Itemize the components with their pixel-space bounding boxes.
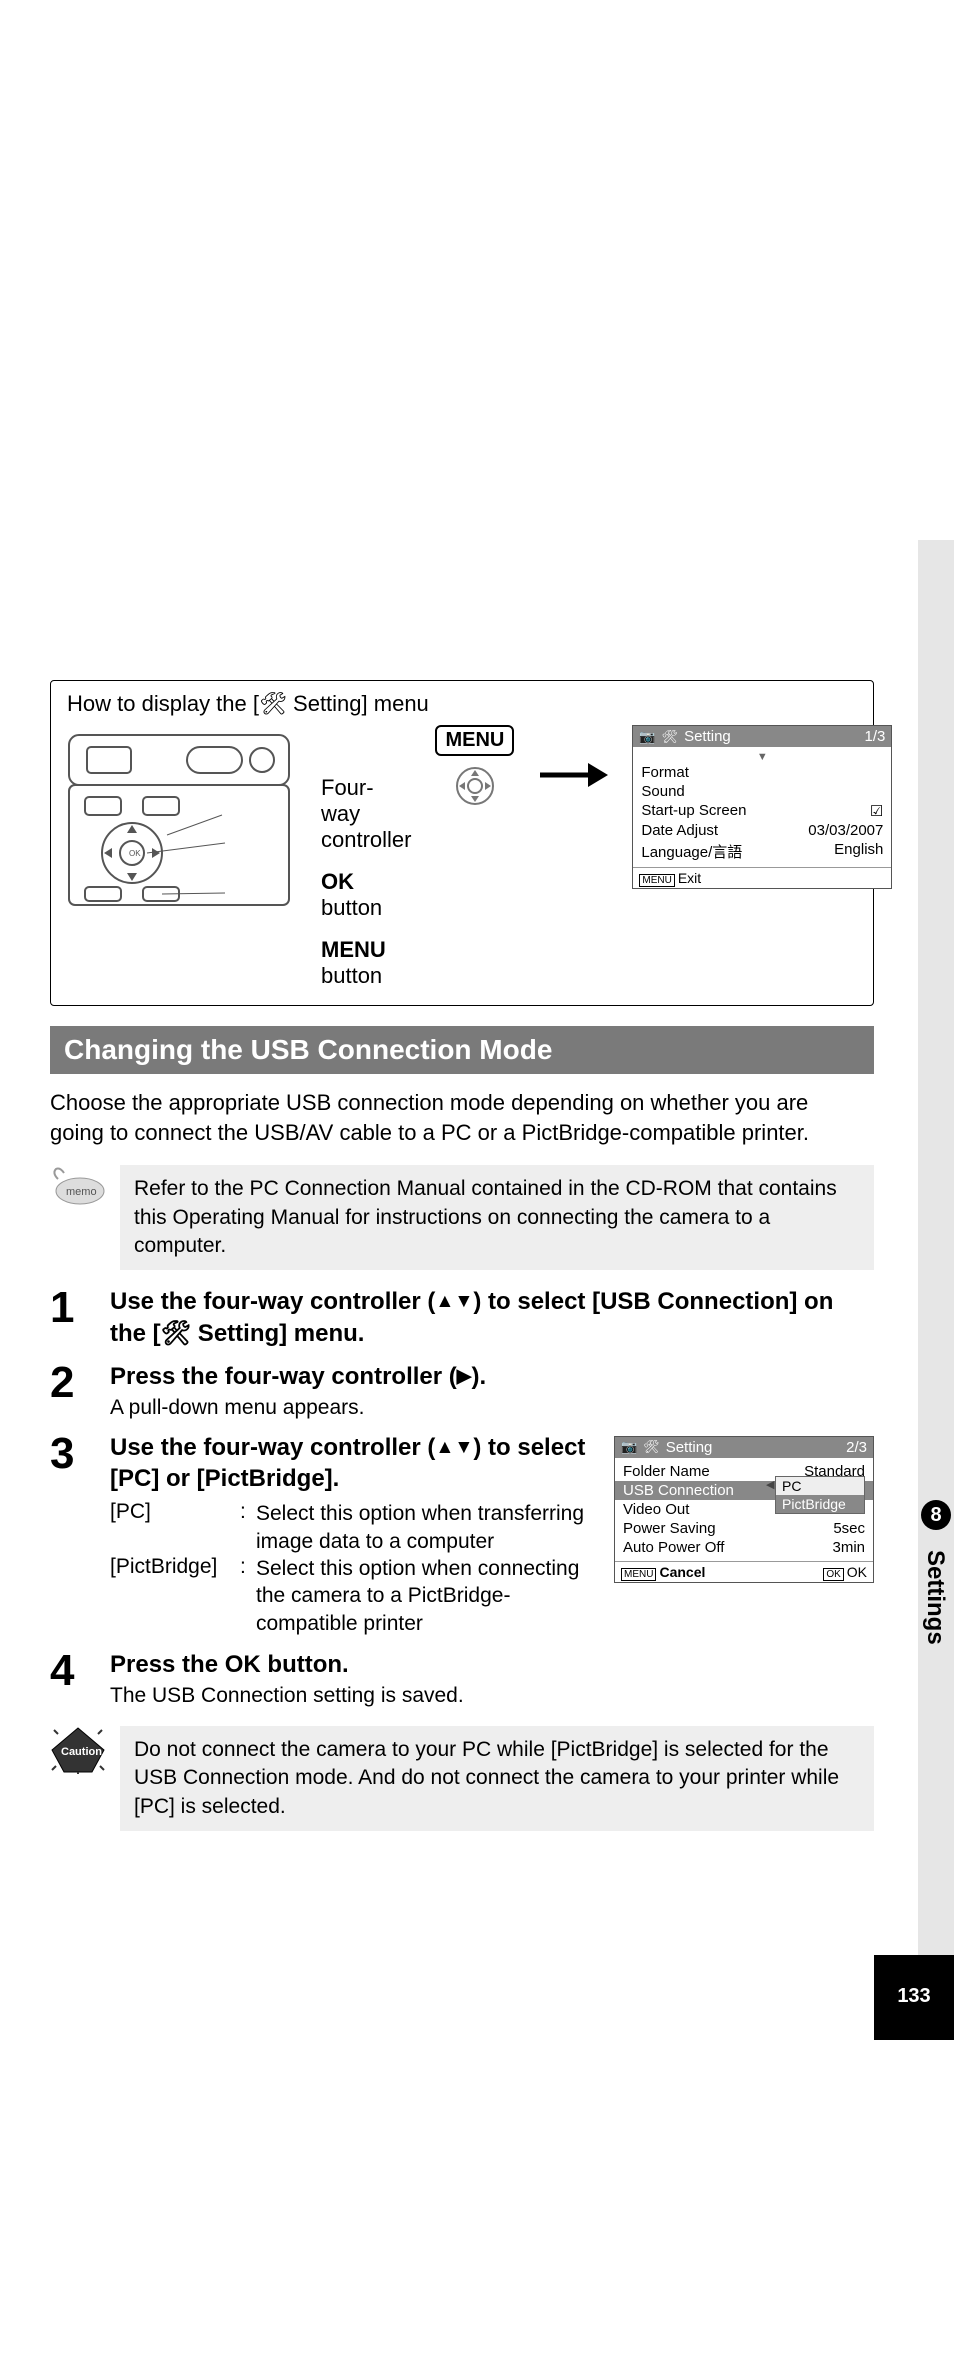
lcd2-folder: Folder Name [623,1463,710,1480]
lcd2-power-val: 5sec [833,1520,865,1537]
menu-label: MENU [321,937,386,962]
step-1-head: Use the four-way controller (▲▼) to sele… [110,1286,874,1348]
opt-pb-label: [PictBridge] [110,1555,240,1637]
lcd2-page: 2/3 [846,1439,867,1456]
ok-label: OK [321,869,354,894]
howto-title: How to display the [🛠 Setting] menu [67,691,857,717]
page-number-box: 133 [874,1955,954,2040]
svg-text:OK: OK [129,849,141,858]
right-margin-strip [918,540,954,2040]
lcd1-lang-val: English [834,841,883,862]
opt-pc-desc: Select this option when transferring ima… [256,1500,596,1555]
camera-icon: 📷 [639,729,655,745]
lcd1-format: Format [641,764,689,781]
ok-button-text: button [321,895,382,920]
memo-text: Refer to the PC Connection Manual contai… [120,1165,874,1270]
lcd1-page: 1/3 [865,728,886,745]
lcd1-menu-label: MENU [639,874,674,887]
step-3-head: Use the four-way controller (▲▼) to sele… [110,1432,596,1494]
chapter-label: Settings [921,1550,949,1645]
usb-opt-pc: PC [782,1478,801,1494]
camera-back-diagram: OK [67,725,297,915]
lcd2-cancel: Cancel [659,1564,705,1580]
howto-title-post: Setting] menu [287,691,429,716]
down-arrow-icon: ▼ [641,751,883,763]
step-4-head: Press the OK button. [110,1649,874,1680]
wrench-icon: 🛠 [643,1439,660,1455]
usb-dropdown: ◀ PC PictBridge [775,1476,865,1514]
howto-display-box: How to display the [🛠 Setting] menu OK [50,680,874,1006]
lcd2-title: Setting [666,1439,840,1456]
lcd1-exit: Exit [678,870,701,886]
callout-four-way: Four-way controller [321,775,411,853]
lcd2-ok: OK [847,1564,867,1580]
lcd-screen-2: 📷 🛠 Setting 2/3 Folder NameStandard USB … [614,1436,874,1583]
caution-icon: Caution [50,1726,106,1774]
intro-paragraph: Choose the appropriate USB connection mo… [50,1088,844,1147]
chapter-number-badge: 8 [921,1500,951,1530]
lcd1-date-adjust: Date Adjust [641,822,718,839]
svg-text:Caution: Caution [61,1746,102,1758]
left-arrow-icon: ◀ [766,1478,774,1491]
step-2-number: 2 [50,1361,88,1420]
usb-opt-pictbridge: PictBridge [776,1495,864,1513]
svg-text:memo: memo [66,1186,97,1198]
arrow-right-icon [538,755,608,795]
lcd2-power: Power Saving [623,1520,716,1537]
step-1-number: 1 [50,1286,88,1348]
lcd2-video: Video Out [623,1501,689,1518]
check-icon: ☑ [870,802,883,820]
camera-icon: 📷 [621,1439,637,1455]
callout-menu: MENU button [321,937,411,989]
step-4-sub: The USB Connection setting is saved. [110,1684,874,1708]
lcd2-auto: Auto Power Off [623,1539,724,1556]
lcd1-date-val: 03/03/2007 [808,822,883,839]
wrench-icon: 🛠 [259,691,287,716]
lcd2-ok-box: OK [823,1568,843,1581]
lcd2-auto-val: 3min [832,1539,865,1556]
lcd-screen-1: 📷 🛠 Setting 1/3 ▼ Format Sound Start-up … [632,725,892,889]
lcd1-title: Setting [684,728,858,745]
step-4-number: 4 [50,1649,88,1708]
callout-ok: OK button [321,869,411,921]
opt-pc-label: [PC] [110,1500,240,1555]
lcd1-sound: Sound [641,783,684,800]
wrench-icon: 🛠 [662,729,679,745]
opt-pb-desc: Select this option when connecting the c… [256,1555,596,1637]
step-2-head: Press the four-way controller (▶). [110,1361,874,1392]
caution-text: Do not connect the camera to your PC whi… [120,1726,874,1831]
step-3-number: 3 [50,1432,88,1637]
lcd2-usb: USB Connection [623,1482,734,1499]
lcd1-lang: Language/言語 [641,841,742,862]
lcd1-startup: Start-up Screen [641,802,746,820]
howto-title-pre: How to display the [ [67,691,259,716]
step-2-sub: A pull-down menu appears. [110,1396,874,1420]
lcd2-menu-label: MENU [621,1568,656,1581]
menu-badge: MENU [435,725,514,756]
memo-icon: memo [50,1165,106,1207]
menu-button-text: button [321,963,382,988]
four-way-small-icon [455,766,495,806]
section-header: Changing the USB Connection Mode [50,1026,874,1074]
